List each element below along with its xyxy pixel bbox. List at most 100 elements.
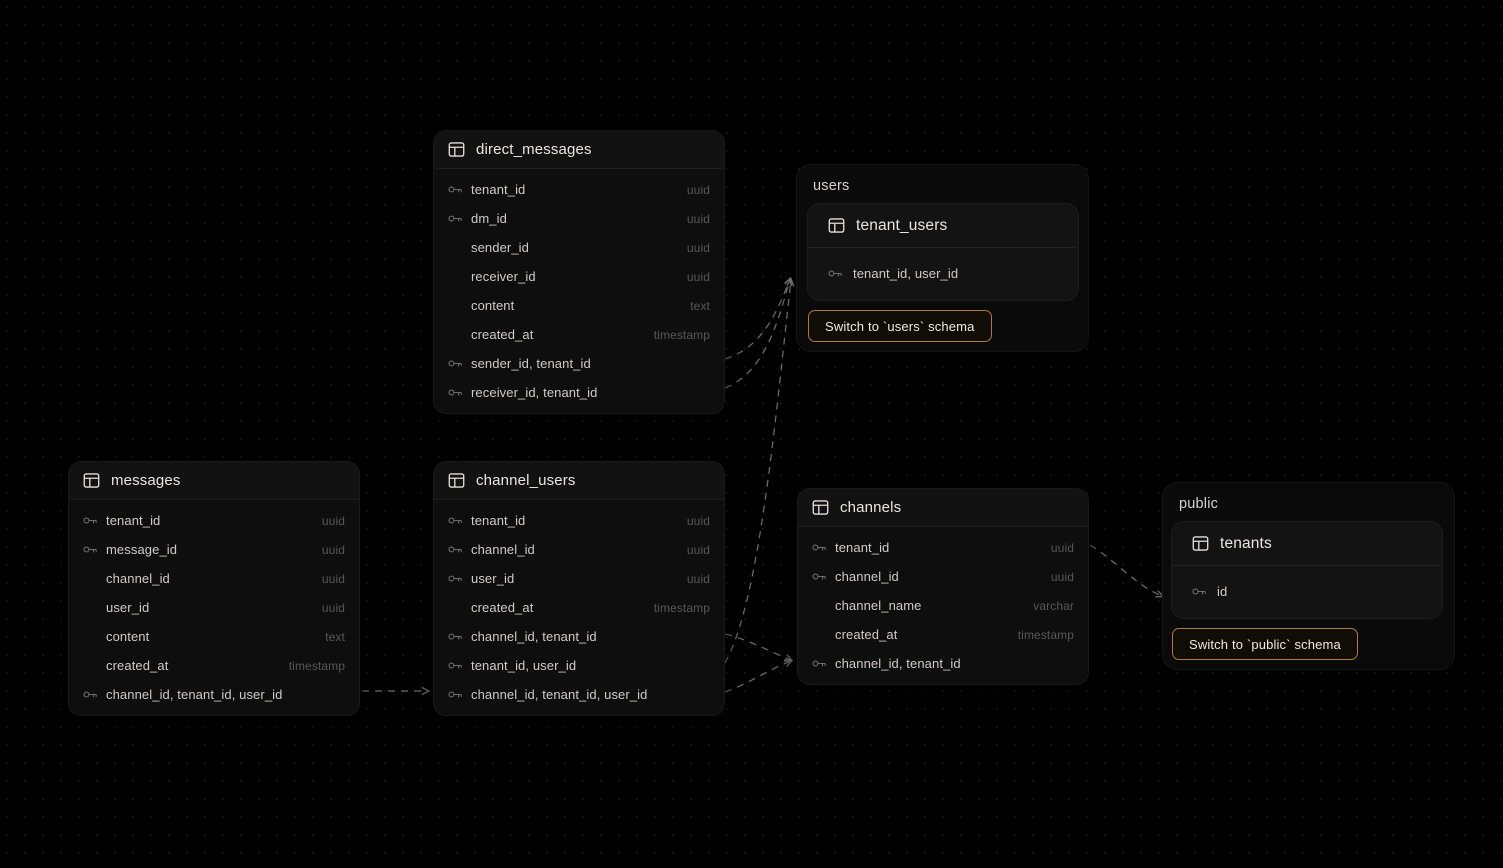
table-card-tenants[interactable]: tenants id [1172,522,1442,618]
column-type: timestamp [653,600,710,615]
table-icon [448,472,465,489]
table-row[interactable]: dm_id uuid [434,204,724,233]
key-icon [828,266,843,280]
table-title-messages: messages [111,472,181,489]
key-icon [812,570,827,584]
table-row[interactable]: channel_id, tenant_id, user_id [69,680,359,709]
key-icon [83,688,98,702]
table-row[interactable]: channel_name varchar [798,591,1088,620]
table-row[interactable]: channel_id uuid [798,562,1088,591]
table-row[interactable]: channel_id, tenant_id, user_id [434,680,724,709]
table-card-messages[interactable]: messages tenant_id uuid message_id uuid chann… [69,462,359,715]
column-name: channel_id [835,569,899,584]
key-icon [448,543,463,557]
column-name: user_id [471,571,515,586]
table-row[interactable]: message_id uuid [69,535,359,564]
table-row[interactable]: tenant_id uuid [434,506,724,535]
column-name: id [1217,583,1228,599]
table-row[interactable]: tenant_id, user_id [434,651,724,680]
column-type: timestamp [653,327,710,342]
column-type: text [690,298,710,313]
key-slot-empty [448,328,463,342]
table-row[interactable]: channel_id uuid [434,535,724,564]
table-title-direct_messages: direct_messages [476,141,592,158]
edge-channels-to-tenants [1089,544,1162,596]
table-row[interactable]: channel_id, tenant_id [798,649,1088,678]
table-card-channel_users[interactable]: channel_users tenant_id uuid channel_id uuid… [434,462,724,715]
table-icon [83,472,100,489]
key-icon [812,541,827,555]
key-slot-empty [448,601,463,615]
table-row[interactable]: tenant_id uuid [798,533,1088,562]
column-name: receiver_id [471,269,536,284]
column-name: created_at [835,627,898,642]
column-name: channel_id [106,571,170,586]
schema-group-users-label: users [813,178,850,194]
column-name: created_at [471,327,534,342]
table-body-tenants: id [1172,566,1442,618]
column-type: timestamp [1017,627,1074,642]
edge-dm-receiver-to-tenant-users [724,279,790,389]
table-body-tenant_users: tenant_id, user_id [808,248,1078,300]
key-slot-empty [83,659,98,673]
table-row[interactable]: id [1172,576,1442,606]
key-icon [448,659,463,673]
column-name: channel_id, tenant_id, user_id [106,687,283,702]
key-icon [448,630,463,644]
table-row[interactable]: content text [69,622,359,651]
column-name: channel_id [471,542,535,557]
table-row[interactable]: channel_id uuid [69,564,359,593]
table-row[interactable]: created_at timestamp [798,620,1088,649]
table-row[interactable]: channel_id, tenant_id [434,622,724,651]
switch-to-users-schema-button[interactable]: Switch to `users` schema [808,310,992,342]
table-icon [1192,535,1209,552]
key-slot-empty [448,241,463,255]
table-row[interactable]: sender_id, tenant_id [434,349,724,378]
column-type: uuid [686,513,710,528]
key-slot-empty [448,270,463,284]
table-header-messages: messages [69,462,359,500]
table-title-channel_users: channel_users [476,472,576,489]
column-type: timestamp [288,658,345,673]
table-row[interactable]: tenant_id, user_id [808,258,1078,288]
column-name: channel_id, tenant_id [471,629,597,644]
column-name: tenant_id [835,540,890,555]
table-row[interactable]: content text [434,291,724,320]
column-name: content [106,629,150,644]
column-type: uuid [321,600,345,615]
switch-to-public-schema-button[interactable]: Switch to `public` schema [1172,628,1358,660]
table-header-channels: channels [798,489,1088,527]
table-header-channel_users: channel_users [434,462,724,500]
column-name: tenant_id [471,513,526,528]
column-type: uuid [686,571,710,586]
key-icon [448,572,463,586]
key-icon [448,357,463,371]
table-card-tenant_users[interactable]: tenant_users tenant_id, user_id [808,204,1078,300]
column-name: channel_id, tenant_id [835,656,961,671]
table-row[interactable]: created_at timestamp [434,320,724,349]
table-row[interactable]: user_id uuid [434,564,724,593]
table-row[interactable]: receiver_id uuid [434,262,724,291]
key-icon [448,212,463,226]
table-card-direct_messages[interactable]: direct_messages tenant_id uuid dm_id uuid sen… [434,131,724,413]
erd-canvas[interactable]: users tenant_users tenant_id, user_id Sw… [0,0,1503,868]
table-icon [812,499,829,516]
table-row[interactable]: created_at timestamp [69,651,359,680]
column-name: user_id [106,600,150,615]
key-icon [1192,584,1207,598]
table-row[interactable]: sender_id uuid [434,233,724,262]
table-row[interactable]: tenant_id uuid [434,175,724,204]
column-type: uuid [321,571,345,586]
table-icon [448,141,465,158]
table-row[interactable]: receiver_id, tenant_id [434,378,724,407]
table-body-channel_users: tenant_id uuid channel_id uuid user_id uuid cr… [434,500,724,715]
table-row[interactable]: tenant_id uuid [69,506,359,535]
edge-dm-sender-to-tenant-users [724,279,790,360]
column-type: uuid [686,269,710,284]
table-card-channels[interactable]: channels tenant_id uuid channel_id uuid chann… [798,489,1088,684]
column-type: uuid [321,513,345,528]
table-row[interactable]: created_at timestamp [434,593,724,622]
table-header-tenants: tenants [1172,522,1442,566]
table-row[interactable]: user_id uuid [69,593,359,622]
column-name: created_at [106,658,169,673]
